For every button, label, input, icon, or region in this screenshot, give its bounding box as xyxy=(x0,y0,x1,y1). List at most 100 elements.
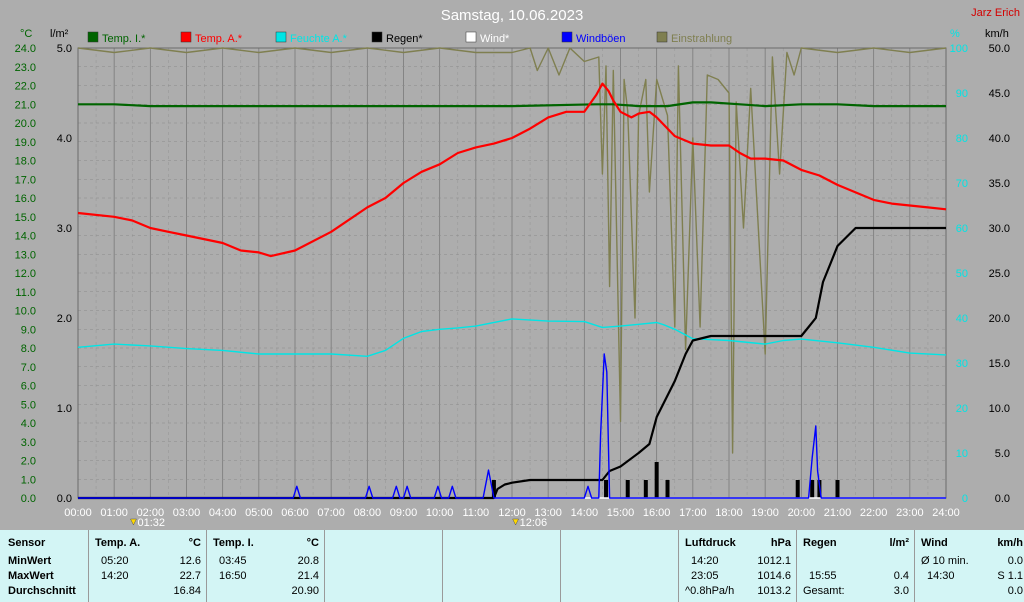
temp-tick-label: 2.0 xyxy=(21,456,36,468)
stats-sensor-column: Sensor MinWert MaxWert Durchschnitt xyxy=(0,530,88,602)
stats-temp-a-column: Temp. A. °C 05:20 12.6 14:20 22.7 16.84 xyxy=(88,530,207,602)
legend-swatch xyxy=(87,31,99,43)
wind-tick-label: 5.0 xyxy=(995,448,1010,460)
rain-bar xyxy=(665,480,670,498)
stats-empty-column-2 xyxy=(442,530,561,602)
wind-tick-label: 35.0 xyxy=(989,178,1010,190)
temp-tick-label: 7.0 xyxy=(21,362,36,374)
humidity-tick-label: 20 xyxy=(956,403,968,415)
wind-avg-value: 0.0 xyxy=(1007,555,1023,567)
wind-avg-day-value: 0.0 xyxy=(1007,585,1023,597)
legend-label: Windböen xyxy=(576,33,626,45)
wind-max-time: 14:30 xyxy=(927,570,955,582)
temp-i-header: Temp. I. xyxy=(213,537,254,549)
wind-header: Wind xyxy=(921,537,948,549)
temp-tick-label: 23.0 xyxy=(15,62,36,74)
temp-a-min-time: 05:20 xyxy=(101,555,129,567)
x-tick-label: 07:00 xyxy=(317,507,345,519)
rain-tick-label: 3.0 xyxy=(57,223,72,235)
stats-empty-column-3 xyxy=(560,530,679,602)
wind-tick-label: 20.0 xyxy=(989,313,1010,325)
x-tick-label: 23:00 xyxy=(896,507,924,519)
temp-a-unit: °C xyxy=(188,537,201,549)
pressure-header: Luftdruck xyxy=(685,537,736,549)
temp-a-max-value: 22.7 xyxy=(179,570,201,582)
stats-temp-i-column: Temp. I. °C 03:45 20.8 16:50 21.4 20.90 xyxy=(206,530,325,602)
rain-bar xyxy=(643,480,648,498)
stats-avg-label: Durchschnitt xyxy=(8,585,76,597)
pressure-max-time: 23:05 xyxy=(691,570,719,582)
temp-tick-label: 3.0 xyxy=(21,437,36,449)
temp-i-min-time: 03:45 xyxy=(219,555,247,567)
rain-bar xyxy=(654,462,659,498)
legend-swatch xyxy=(275,31,287,43)
wind-max-value: S 1.1 xyxy=(997,570,1023,582)
pressure-unit: hPa xyxy=(770,537,791,549)
x-tick-label: 09:00 xyxy=(390,507,418,519)
temp-i-max-value: 21.4 xyxy=(297,570,319,582)
temp-a-header: Temp. A. xyxy=(95,537,141,549)
legend-label: Einstrahlung xyxy=(671,33,732,45)
temp-tick-label: 18.0 xyxy=(15,156,36,168)
x-tick-label: 06:00 xyxy=(281,507,309,519)
wind-tick-label: 10.0 xyxy=(989,403,1010,415)
rain-header: Regen xyxy=(803,537,837,549)
wind-unit-label: km/h xyxy=(985,28,1009,40)
rain-tick-label: 2.0 xyxy=(57,313,72,325)
stats-min-label: MinWert xyxy=(8,555,52,567)
temp-tick-label: 0.0 xyxy=(21,493,36,505)
rain-bar xyxy=(810,480,815,498)
temp-tick-label: 13.0 xyxy=(15,249,36,261)
humidity-tick-label: 60 xyxy=(956,223,968,235)
temp-unit-label: °C xyxy=(20,28,32,40)
stats-empty-column-1 xyxy=(324,530,443,602)
x-tick-label: 01:00 xyxy=(100,507,128,519)
temp-tick-label: 4.0 xyxy=(21,418,36,430)
temp-tick-label: 20.0 xyxy=(15,118,36,130)
x-tick-label: 17:00 xyxy=(679,507,707,519)
x-tick-label: 04:00 xyxy=(209,507,237,519)
chart-title: Samstag, 10.06.2023 xyxy=(441,7,584,24)
x-tick-label: 22:00 xyxy=(860,507,888,519)
stats-max-label: MaxWert xyxy=(8,570,54,582)
temp-tick-label: 1.0 xyxy=(21,474,36,486)
wind-unit: km/h xyxy=(997,537,1023,549)
legend-swatch xyxy=(561,31,573,43)
x-tick-label: 11:00 xyxy=(462,507,489,519)
statistics-panel: Sensor MinWert MaxWert Durchschnitt Temp… xyxy=(0,530,1024,602)
temp-i-max-time: 16:50 xyxy=(219,570,247,582)
x-tick-label: 05:00 xyxy=(245,507,273,519)
humidity-tick-label: 70 xyxy=(956,178,968,190)
humidity-tick-label: 80 xyxy=(956,133,968,145)
temp-tick-label: 10.0 xyxy=(15,306,36,318)
x-tick-label: 21:00 xyxy=(824,507,852,519)
rain-max-time: 15:55 xyxy=(809,570,837,582)
temp-i-min-value: 20.8 xyxy=(297,555,319,567)
wind-tick-label: 30.0 xyxy=(989,223,1010,235)
temp-i-unit: °C xyxy=(306,537,319,549)
stats-rain-column: Regen l/m² 15:55 0.4 Gesamt: 3.0 xyxy=(796,530,915,602)
pressure-current-value: 1013.2 xyxy=(757,585,791,597)
wind-tick-label: 45.0 xyxy=(989,88,1010,100)
humidity-tick-label: 30 xyxy=(956,358,968,370)
rain-tick-label: 4.0 xyxy=(57,133,72,145)
pressure-max-value: 1014.6 xyxy=(757,570,791,582)
legend-label: Wind* xyxy=(480,33,510,45)
legend-swatch xyxy=(465,31,477,43)
rain-bar xyxy=(795,480,800,498)
legend-label: Temp. I.* xyxy=(102,33,146,45)
x-tick-label: 16:00 xyxy=(643,507,671,519)
temp-a-min-value: 12.6 xyxy=(179,555,201,567)
temp-i-avg-value: 20.90 xyxy=(291,585,319,597)
wind-tick-label: 25.0 xyxy=(989,268,1010,280)
rain-tick-label: 5.0 xyxy=(57,43,72,55)
rain-tick-label: 0.0 xyxy=(57,493,72,505)
wind-tick-label: 40.0 xyxy=(989,133,1010,145)
temp-tick-label: 17.0 xyxy=(15,174,36,186)
x-tick-label: 14:00 xyxy=(571,507,599,519)
chart-legend: Temp. I.* Temp. A.* Feuchte A.* Regen* Wind*… xyxy=(87,31,732,45)
rain-bar xyxy=(625,480,630,498)
temp-tick-label: 8.0 xyxy=(21,343,36,355)
humidity-tick-label: 50 xyxy=(956,268,968,280)
rain-unit-label: l/m² xyxy=(50,28,69,40)
